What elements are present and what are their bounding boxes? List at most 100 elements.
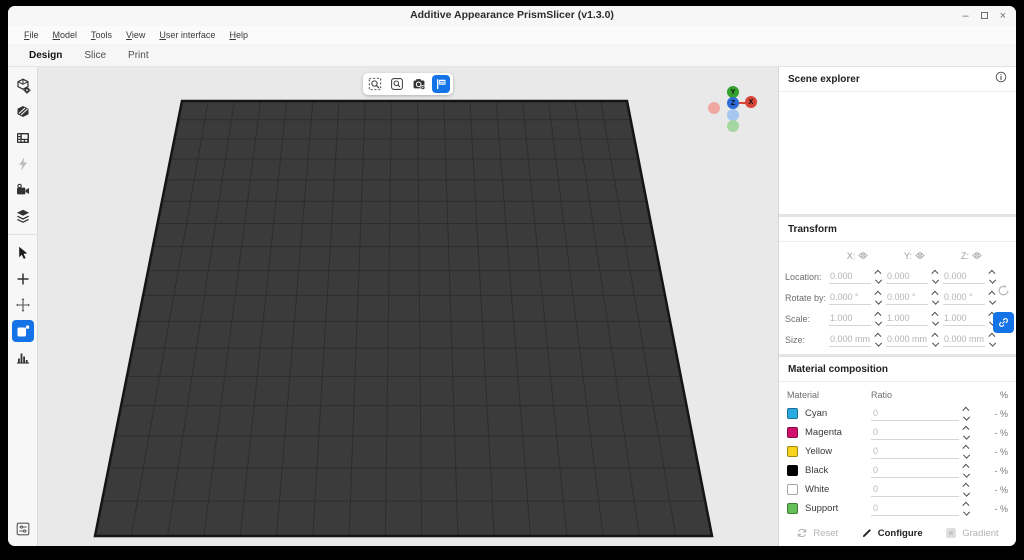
build-plate [38,67,770,546]
material-footer: Reset Configure Gradient [779,520,1016,546]
move-icon[interactable] [12,294,34,316]
zoom-selection-icon[interactable] [366,75,384,93]
scale-z-input[interactable]: 1.000 [943,312,985,326]
size-z-input[interactable]: 0.000 mm [943,333,985,347]
app-window: Additive Appearance PrismSlicer (v1.3.0)… [8,6,1016,546]
minimize-button[interactable]: – [962,11,968,22]
rotate-z-input[interactable]: 0.000 ° [943,291,985,305]
layers-icon[interactable] [12,205,34,227]
menu-tools[interactable]: Tools [85,28,118,42]
camera-icon[interactable] [12,179,34,201]
stepper[interactable] [987,271,998,282]
reset-rotation-icon [996,283,1011,298]
yellow-ratio-input[interactable]: 0 [871,445,959,459]
configure-button[interactable]: Configure [861,527,923,539]
select-cursor-icon[interactable] [12,242,34,264]
stepper[interactable] [873,292,884,303]
black-swatch [787,465,798,476]
gradient-button[interactable]: Gradient [945,527,998,539]
size-x-input[interactable]: 0.000 mm [829,333,871,347]
material-row-black: Black 0 - % [787,461,1008,480]
menu-file[interactable]: File [18,28,45,42]
stepper[interactable] [961,427,972,438]
scale-x-input[interactable]: 1.000 [829,312,871,326]
reset-button[interactable]: Reset [796,527,838,539]
stepper[interactable] [961,465,972,476]
stepper[interactable] [930,313,941,324]
menu-model[interactable]: Model [47,28,84,42]
stepper[interactable] [930,292,941,303]
menu-user-interface[interactable]: User interface [153,28,221,42]
stepper[interactable] [961,484,972,495]
maximize-button[interactable] [981,11,988,22]
stepper[interactable] [930,271,941,282]
location-x-input[interactable]: 0.000 [829,270,871,284]
stepper[interactable] [961,446,972,457]
axis-header-y: Y: [886,251,943,261]
rotate-y-input[interactable]: 0.000 ° [886,291,928,305]
cyan-ratio-input[interactable]: 0 [871,407,959,421]
texture-material-icon[interactable] [12,320,34,342]
toolbar-divider [8,234,38,235]
material-table-header: Material Ratio % [787,386,1008,404]
transform-row-size: Size: 0.000 mm 0.000 mm 0.000 mm [785,329,1012,350]
menu-view[interactable]: View [120,28,151,42]
transform-row-scale: Scale: 1.000 1.000 1.000 [785,308,1012,329]
gizmo-x-axis[interactable]: X [745,96,757,108]
stepper[interactable] [930,334,941,345]
mirror-icon[interactable] [972,251,982,260]
info-icon[interactable] [995,70,1007,88]
display-mode-icon[interactable] [432,75,450,93]
axis-gizmo[interactable]: Y Z X [704,77,766,139]
window-title: Additive Appearance PrismSlicer (v1.3.0) [8,9,1016,21]
model-paint-icon[interactable] [12,101,34,123]
snapshot-icon[interactable] [410,75,428,93]
scale-y-input[interactable]: 1.000 [886,312,928,326]
title-bar: Additive Appearance PrismSlicer (v1.3.0)… [8,6,1016,26]
menu-bar: File Model Tools View User interface Hel… [8,26,1016,44]
material-composition-title: Material composition [788,364,888,375]
tab-bar: Design Slice Print [8,44,1016,67]
stepper[interactable] [987,334,998,345]
tab-print[interactable]: Print [119,47,158,64]
link-dimensions-button[interactable] [993,312,1014,333]
tab-design[interactable]: Design [20,47,71,64]
menu-help[interactable]: Help [223,28,254,42]
magenta-ratio-input[interactable]: 0 [871,426,959,440]
gizmo-x-neg[interactable] [708,102,720,114]
white-ratio-input[interactable]: 0 [871,483,959,497]
add-icon[interactable] [12,268,34,290]
right-panel: Scene explorer Transform X: Y: Z: [778,67,1016,546]
left-toolbar [8,67,38,546]
stepper[interactable] [961,503,972,514]
size-y-input[interactable]: 0.000 mm [886,333,928,347]
zoom-icon[interactable] [388,75,406,93]
tab-slice[interactable]: Slice [75,47,115,64]
support-swatch [787,503,798,514]
filmstrip-icon[interactable] [12,127,34,149]
gizmo-y-neg[interactable] [727,120,739,132]
stepper[interactable] [873,334,884,345]
stepper[interactable] [873,313,884,324]
preferences-icon[interactable] [12,518,34,540]
stepper[interactable] [873,271,884,282]
location-z-input[interactable]: 0.000 [943,270,985,284]
gizmo-z-axis[interactable]: Z [727,97,739,109]
transform-row-rotate: Rotate by: 0.000 ° 0.000 ° 0.000 ° [785,287,1012,308]
yellow-swatch [787,446,798,457]
mirror-icon[interactable] [858,251,868,260]
rotate-x-input[interactable]: 0.000 ° [829,291,871,305]
material-row-yellow: Yellow 0 - % [787,442,1008,461]
stepper[interactable] [961,408,972,419]
viewport-3d[interactable]: Y Z X [38,67,778,546]
model-import-icon[interactable] [12,75,34,97]
cyan-swatch [787,408,798,419]
transform-title: Transform [788,224,837,235]
mirror-icon[interactable] [915,251,925,260]
histogram-icon[interactable] [12,346,34,368]
close-button[interactable]: × [1000,11,1006,22]
material-row-white: White 0 - % [787,480,1008,499]
location-y-input[interactable]: 0.000 [886,270,928,284]
support-ratio-input[interactable]: 0 [871,502,959,516]
black-ratio-input[interactable]: 0 [871,464,959,478]
